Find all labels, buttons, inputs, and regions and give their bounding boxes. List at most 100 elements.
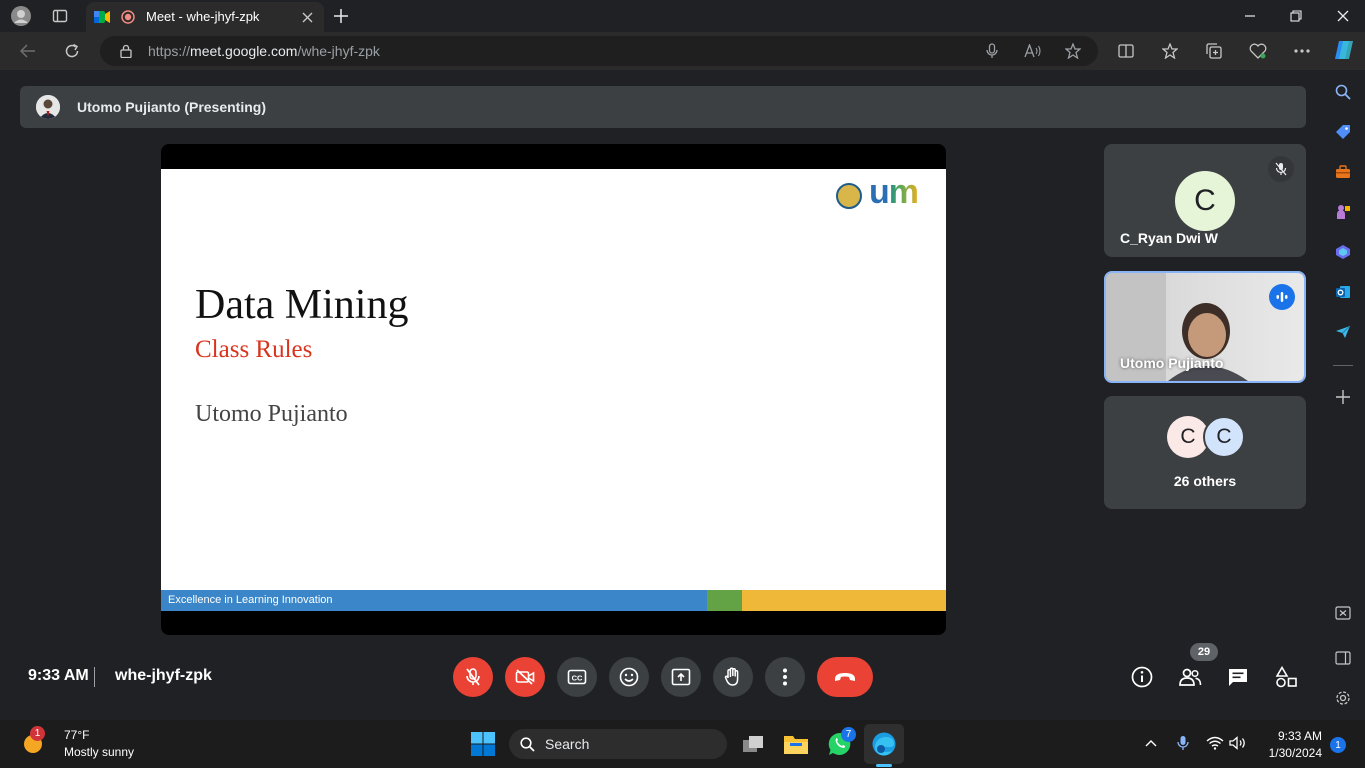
taskbar-clock-time[interactable]: 9:33 AM <box>1262 729 1322 743</box>
recording-icon <box>120 9 136 25</box>
participant-tile-active[interactable]: Utomo Pujianto <box>1104 271 1306 383</box>
refresh-icon[interactable] <box>62 41 82 61</box>
taskbar-search[interactable]: Search <box>509 729 727 759</box>
edge-icon <box>872 732 896 756</box>
close-tab-icon[interactable] <box>300 10 314 24</box>
present-screen-button[interactable] <box>661 657 701 697</box>
new-tab-icon[interactable] <box>331 6 351 26</box>
tab-title: Meet - whe-jhyf-zpk <box>146 9 260 24</box>
people-icon <box>1179 668 1202 686</box>
task-view-icon <box>743 736 763 752</box>
close-window-icon[interactable] <box>1333 6 1353 26</box>
microphone-toggle-button[interactable] <box>453 657 493 697</box>
participant-name: Utomo Pujianto <box>1120 355 1224 371</box>
participant-tile[interactable]: C C_Ryan Dwi W <box>1104 144 1306 257</box>
read-aloud-icon[interactable] <box>1024 43 1042 59</box>
url-text: https://meet.google.com/whe-jhyf-zpk <box>148 43 380 59</box>
microphone-tray-icon[interactable] <box>1174 734 1192 752</box>
active-app-indicator <box>876 764 892 767</box>
avatar: C <box>1175 171 1235 231</box>
captions-button[interactable]: CC <box>557 657 597 697</box>
search-label: Search <box>545 736 590 752</box>
sidebar-divider <box>1333 365 1353 366</box>
browser-essentials-icon[interactable] <box>1248 41 1268 61</box>
others-tile[interactable]: C C 26 others <box>1104 396 1306 509</box>
taskbar-clock-date[interactable]: 1/30/2024 <box>1252 746 1322 760</box>
file-explorer-button[interactable] <box>781 729 811 759</box>
search-icon <box>519 736 535 752</box>
start-button[interactable] <box>468 729 498 759</box>
favorites-icon[interactable] <box>1160 41 1180 61</box>
presenting-banner: Utomo Pujianto (Presenting) <box>20 86 1306 128</box>
minimize-icon[interactable] <box>1240 6 1260 26</box>
tools-icon[interactable] <box>1333 162 1353 182</box>
meet-favicon-icon <box>94 9 110 25</box>
participant-name: C_Ryan Dwi W <box>1120 230 1219 246</box>
collections-icon[interactable] <box>1204 41 1224 61</box>
university-logo: um <box>869 173 919 211</box>
restore-icon[interactable] <box>1286 6 1306 26</box>
shared-screen: um Data Mining Class Rules Utomo Pujiant… <box>161 144 946 635</box>
weather-widget[interactable]: 1 77°F Mostly sunny <box>14 720 134 768</box>
settings-icon[interactable] <box>1333 688 1353 708</box>
mic-off-icon <box>466 668 480 686</box>
presenter-avatar <box>36 95 60 119</box>
presentation-slide: um Data Mining Class Rules Utomo Pujiant… <box>161 169 946 611</box>
info-icon <box>1131 666 1153 688</box>
slide-author: Utomo Pujianto <box>195 401 348 427</box>
address-bar[interactable]: https://meet.google.com/whe-jhyf-zpk <box>100 36 1098 66</box>
show-hidden-icons-icon[interactable] <box>1142 734 1160 752</box>
hide-sidebar-icon[interactable] <box>1333 648 1353 668</box>
shopping-tag-icon[interactable] <box>1333 122 1353 142</box>
people-button[interactable] <box>1176 663 1204 691</box>
more-options-button[interactable] <box>765 657 805 697</box>
raise-hand-button[interactable] <box>713 657 753 697</box>
chat-button[interactable] <box>1224 663 1252 691</box>
notification-badge[interactable]: 1 <box>1330 737 1346 753</box>
outlook-icon[interactable] <box>1333 282 1353 302</box>
activities-button[interactable] <box>1272 663 1300 691</box>
copilot-icon[interactable] <box>1332 38 1356 62</box>
meeting-details-button[interactable] <box>1128 663 1156 691</box>
chat-icon <box>1229 669 1247 686</box>
lock-icon[interactable] <box>118 43 134 59</box>
footer-green-band <box>707 590 742 611</box>
tab-actions-icon[interactable] <box>50 6 70 26</box>
weather-temperature: 77°F <box>64 728 90 742</box>
send-icon[interactable] <box>1333 322 1353 342</box>
meeting-code[interactable]: whe-jhyf-zpk <box>115 667 212 685</box>
reactions-button[interactable] <box>609 657 649 697</box>
activities-icon <box>1275 666 1297 688</box>
browser-toolbar: https://meet.google.com/whe-jhyf-zpk <box>0 32 1365 70</box>
games-icon[interactable] <box>1333 202 1353 222</box>
add-icon[interactable] <box>1333 387 1353 407</box>
edge-taskbar-button[interactable] <box>869 729 899 759</box>
participant-count-badge: 29 <box>1190 643 1218 661</box>
svg-text:CC: CC <box>572 674 583 683</box>
profile-icon[interactable] <box>10 5 32 27</box>
task-view-button[interactable] <box>738 729 768 759</box>
camera-off-icon <box>515 669 535 685</box>
split-screen-icon[interactable] <box>1116 41 1136 61</box>
volume-icon[interactable] <box>1228 734 1248 752</box>
copilot-sidebar-icon[interactable] <box>1333 242 1353 262</box>
leave-call-button[interactable] <box>817 657 873 697</box>
screenshot-icon[interactable] <box>1333 603 1353 623</box>
camera-toggle-button[interactable] <box>505 657 545 697</box>
weather-alert-badge: 1 <box>30 726 45 741</box>
divider <box>94 667 95 687</box>
wifi-icon[interactable] <box>1205 734 1225 752</box>
others-count-label: 26 others <box>1173 473 1237 489</box>
presenting-label: Utomo Pujianto (Presenting) <box>77 99 266 115</box>
more-options-icon[interactable] <box>1292 41 1312 61</box>
favorite-star-icon[interactable] <box>1064 42 1082 60</box>
tab-meet[interactable]: Meet - whe-jhyf-zpk <box>86 2 324 32</box>
vertical-dots-icon <box>783 668 787 686</box>
microphone-icon[interactable] <box>984 43 1000 59</box>
hang-up-icon <box>835 673 855 681</box>
slide-title: Data Mining <box>195 282 409 328</box>
avatar: C <box>1203 416 1245 458</box>
back-icon[interactable] <box>18 41 38 61</box>
search-icon[interactable] <box>1333 82 1353 102</box>
meeting-time: 9:33 AM <box>28 667 89 684</box>
